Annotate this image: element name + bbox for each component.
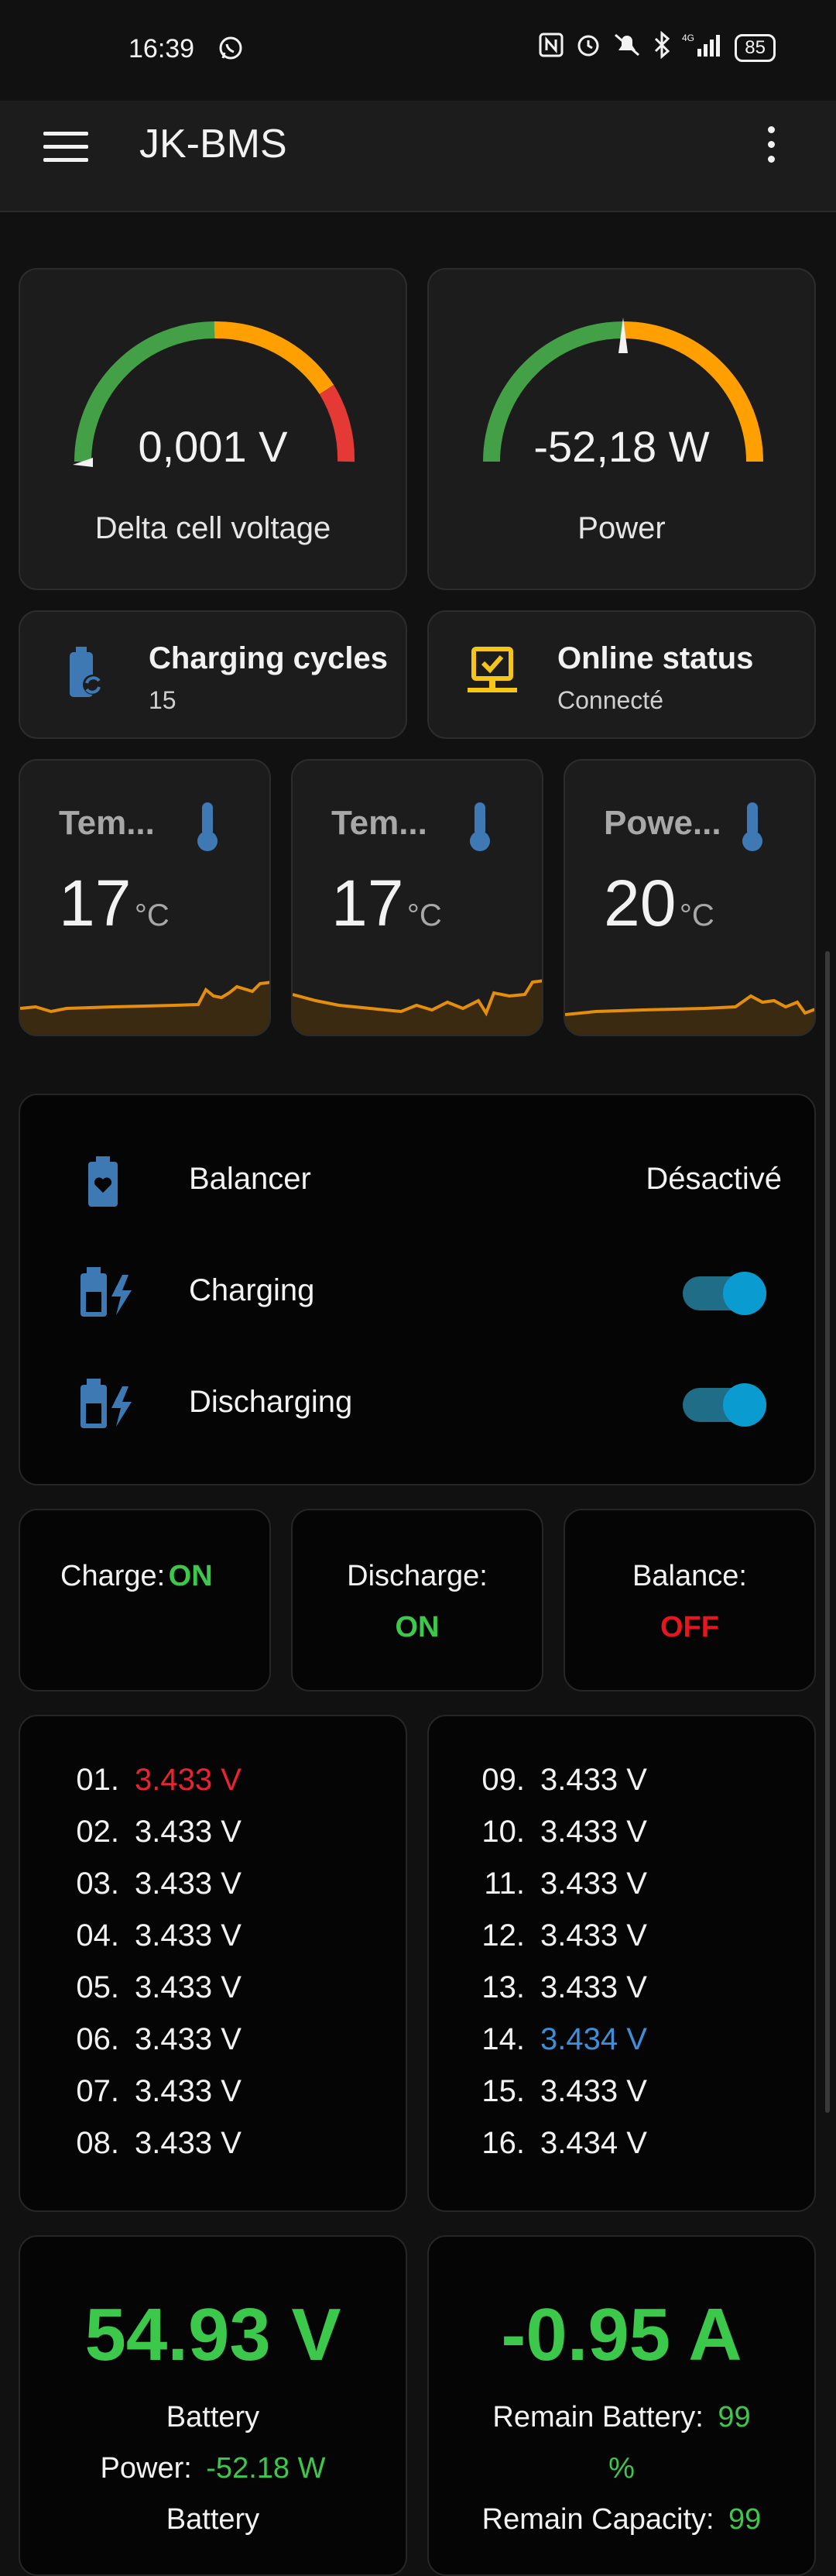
temperature-sparkline (565, 994, 814, 1035)
nfc-icon (538, 32, 564, 64)
battery-indicator: 85 (735, 33, 776, 62)
balance-state-card: Balance: OFF (564, 1509, 816, 1692)
signal-icon: 4G (682, 32, 724, 64)
charge-state: Charge: ON (60, 1560, 213, 1593)
gauge-value: -52,18 W (533, 422, 710, 471)
remain-capacity-line: Remain Capacity: 99 (429, 2503, 814, 2537)
status-bar: 16:39 4G 85 (0, 0, 836, 101)
discharging-toggle[interactable] (683, 1383, 766, 1427)
temperature-unit: °C (134, 898, 170, 933)
state-label: Balance: (632, 1560, 747, 1592)
charge-state-card: Charge: ON (19, 1509, 271, 1692)
cell-voltages-right (427, 1715, 816, 2212)
mute-icon (612, 32, 642, 64)
battery-voltage: 54.93 V (84, 2293, 341, 2376)
gauge-card-power[interactable]: -52,18 W Power (427, 268, 816, 590)
battery-current: -0.95 A (501, 2293, 742, 2376)
battery-charging-icon (77, 1264, 135, 1322)
temperature-reading: 17 °C (331, 866, 442, 941)
menu-icon[interactable] (43, 132, 88, 166)
tile-online-status[interactable]: Online status Connecté (427, 610, 816, 739)
discharge-state-card: Discharge: ON (291, 1509, 543, 1692)
remain-battery-line: Remain Battery: 99 (429, 2401, 814, 2434)
temperature-sparkline (293, 979, 542, 1035)
control-label: Balancer (189, 1162, 311, 1196)
sensor-name: Powe... (604, 804, 721, 842)
monitor-check-icon (466, 646, 519, 704)
remain-battery-value: 99 (718, 2401, 751, 2433)
balancer-state: Désactivé (646, 1162, 782, 1196)
gauge-label: Power (577, 511, 666, 545)
battery-sync-icon (63, 644, 107, 707)
state-value: ON (168, 1560, 213, 1592)
battery-label: Battery (166, 2401, 260, 2433)
state-value: OFF (660, 1611, 719, 1643)
temperature-card-1[interactable]: Tem... 17 °C (19, 759, 271, 1036)
temperature-unit: °C (406, 898, 442, 933)
tile-title: Online status (557, 641, 754, 675)
state-label: Discharge: (347, 1560, 488, 1592)
tile-title: Charging cycles (149, 641, 389, 675)
status-icons: 4G 85 (538, 30, 776, 64)
svg-text:4G: 4G (682, 33, 694, 43)
control-label: Discharging (189, 1385, 353, 1419)
tile-charging-cycles[interactable]: Charging cycles 15 (19, 610, 407, 739)
voltage-summary-card: 54.93 V Battery Power: -52.18 W Battery (19, 2235, 407, 2576)
page-title: JK-BMS (139, 122, 287, 167)
remain-battery-unit: % (608, 2452, 635, 2485)
temperature-value: 17 (331, 867, 404, 939)
state-value: ON (395, 1611, 440, 1643)
battery-charging-icon (77, 1376, 135, 1434)
tile-value: 15 (149, 686, 176, 714)
thermometer-icon (466, 799, 494, 857)
battery-label: Battery (166, 2503, 260, 2536)
controls-card: Balancer Désactivé Charging Discharging (19, 1094, 816, 1485)
cell-voltages-left (19, 1715, 407, 2212)
power-line: Power: -52.18 W (20, 2452, 406, 2485)
sensor-name: Tem... (59, 804, 155, 842)
power-value: -52.18 W (206, 2452, 326, 2485)
current-summary-card: -0.95 A Remain Battery: 99 % Remain Capa… (427, 2235, 816, 2576)
temperature-unit: °C (679, 898, 714, 933)
alarm-icon (575, 32, 601, 64)
thermometer-icon (194, 799, 221, 857)
remain-capacity-value: 99 (728, 2503, 762, 2536)
app-bar (0, 101, 836, 212)
temperature-value: 20 (604, 867, 677, 939)
control-label: Charging (189, 1273, 315, 1307)
temperature-value: 17 (59, 867, 132, 939)
whatsapp-icon (217, 34, 245, 66)
gauge-card-delta-voltage[interactable]: 0,001 V Delta cell voltage (19, 268, 407, 590)
temperature-sparkline (20, 981, 269, 1035)
power-label: Power: (100, 2452, 192, 2485)
gauge-label: Delta cell voltage (94, 511, 331, 545)
gauge-value: 0,001 V (138, 422, 288, 471)
temperature-reading: 20 °C (604, 866, 714, 941)
temperature-card-2[interactable]: Tem... 17 °C (291, 759, 543, 1036)
temperature-card-3[interactable]: Powe... 20 °C (564, 759, 816, 1036)
tile-value: Connecté (557, 686, 663, 714)
thermometer-icon (738, 799, 766, 857)
bluetooth-icon (653, 30, 671, 64)
sensor-name: Tem... (331, 804, 427, 842)
temperature-reading: 17 °C (59, 866, 170, 941)
state-label: Charge: (60, 1560, 166, 1592)
charging-toggle[interactable] (683, 1272, 766, 1315)
more-options-icon[interactable] (762, 126, 780, 173)
remain-capacity-label: Remain Capacity: (481, 2503, 714, 2536)
scrollbar[interactable] (825, 951, 830, 2113)
battery-heart-icon (84, 1154, 122, 1212)
clock: 16:39 (128, 34, 195, 64)
remain-battery-label: Remain Battery: (492, 2401, 704, 2433)
